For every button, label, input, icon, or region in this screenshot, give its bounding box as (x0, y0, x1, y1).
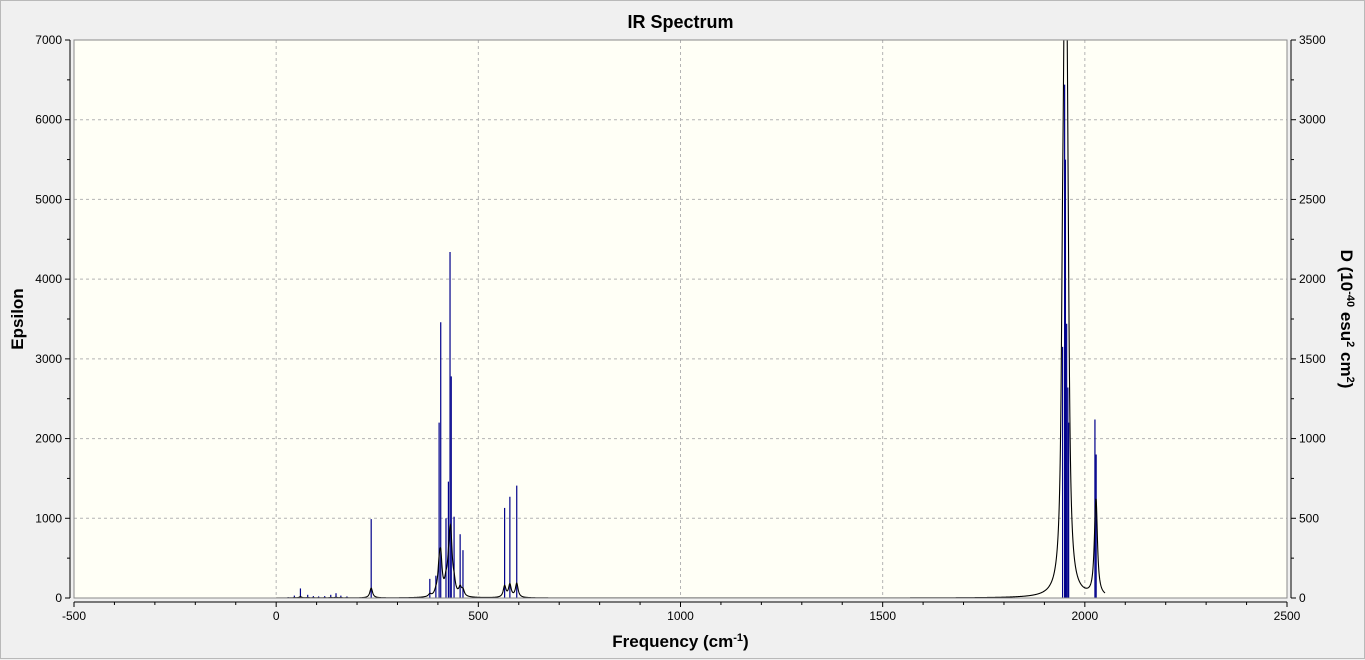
y-right-label-text: esu (1337, 307, 1356, 341)
y-right-tick-label: 2000 (1299, 272, 1326, 286)
x-tick-label: -500 (62, 609, 86, 623)
y-right-tick-label: 3000 (1299, 113, 1326, 127)
x-axis-label-superscript: -1 (733, 632, 743, 644)
y-right-tick-label: 0 (1299, 591, 1306, 605)
y-left-tick-label: 3000 (35, 352, 62, 366)
y-left-tick-label: 5000 (35, 192, 62, 206)
y-right-label-text: cm (1337, 347, 1356, 376)
y-left-tick-label: 7000 (35, 33, 62, 47)
y-right-tick-label: 1500 (1299, 352, 1326, 366)
x-axis-label-text: Frequency (cm (612, 632, 733, 651)
x-tick-label: 500 (468, 609, 488, 623)
x-tick-label: 1500 (869, 609, 896, 623)
x-tick-label: 2000 (1071, 609, 1098, 623)
ir-spectrum-chart: IR Spectrum -500 0 500 1000 1500 2000 25000100… (8, 12, 1356, 651)
y-left-tick-label: 4000 (35, 272, 62, 286)
chart-title: IR Spectrum (627, 12, 733, 32)
y-right-tick-label: 500 (1299, 511, 1319, 525)
y-axis-left-label: Epsilon (8, 288, 27, 349)
y-left-tick-label: 0 (55, 591, 62, 605)
x-tick-label: 0 (273, 609, 280, 623)
y-left-tick-label: 2000 (35, 432, 62, 446)
x-tick-label: 1000 (667, 609, 694, 623)
ir-spectrum-window: IR Spectrum -500 0 500 1000 1500 2000 2500 0 100… (0, 0, 1365, 659)
y-right-label-text: D (10 (1337, 250, 1356, 292)
x-axis-label-suffix: ) (743, 632, 749, 651)
y-left-tick-label: 6000 (35, 113, 62, 127)
x-axis-label: Frequency (cm-1) (612, 632, 748, 651)
y-axis-right-label: D (10-40 esu2 cm2) (1337, 250, 1356, 389)
y-right-tick-label: 3500 (1299, 33, 1326, 47)
y-right-tick-label: 1000 (1299, 432, 1326, 446)
y-right-label-superscript: -40 (1344, 291, 1356, 307)
y-left-tick-label: 1000 (35, 511, 62, 525)
y-right-label-text: ) (1337, 383, 1356, 389)
y-right-tick-label: 2500 (1299, 192, 1326, 206)
x-tick-label: 2500 (1274, 609, 1301, 623)
